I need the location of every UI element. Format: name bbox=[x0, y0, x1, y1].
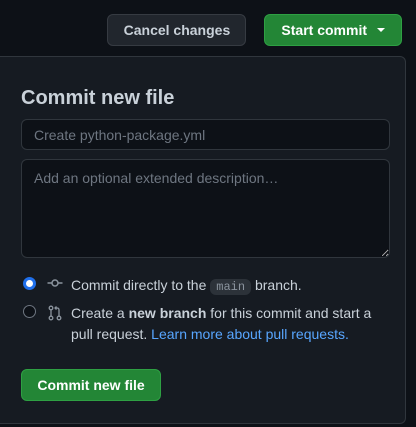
start-commit-label: Start commit bbox=[281, 22, 367, 38]
git-pull-request-icon bbox=[48, 305, 62, 321]
option-commit-directly-text: Commit directly to the main branch. bbox=[71, 275, 302, 298]
commit-panel: Commit new file Commit directly to the m… bbox=[0, 56, 406, 424]
option-branch-bold: new branch bbox=[128, 305, 207, 321]
radio-new-branch[interactable] bbox=[23, 305, 36, 318]
commit-summary-input[interactable] bbox=[21, 119, 390, 150]
option-direct-suffix: branch. bbox=[251, 277, 302, 293]
option-new-branch[interactable]: Create a new branch for this commit and … bbox=[23, 303, 388, 345]
git-commit-icon bbox=[47, 279, 63, 287]
option-direct-prefix: Commit directly to the bbox=[71, 277, 211, 293]
caret-down-icon bbox=[377, 28, 385, 32]
commit-new-file-button[interactable]: Commit new file bbox=[21, 369, 161, 401]
header-actions: Cancel changes Start commit bbox=[107, 14, 402, 46]
learn-more-link[interactable]: Learn more about pull requests. bbox=[151, 326, 349, 342]
commit-description-textarea[interactable] bbox=[21, 159, 390, 258]
option-commit-directly[interactable]: Commit directly to the main branch. bbox=[23, 275, 302, 298]
branch-name: main bbox=[210, 279, 252, 295]
start-commit-button[interactable]: Start commit bbox=[264, 14, 402, 46]
cancel-changes-button[interactable]: Cancel changes bbox=[107, 14, 247, 46]
option-branch-prefix: Create a bbox=[71, 305, 129, 321]
radio-commit-directly[interactable] bbox=[23, 277, 36, 290]
panel-title: Commit new file bbox=[21, 87, 175, 109]
option-new-branch-text: Create a new branch for this commit and … bbox=[71, 303, 388, 345]
